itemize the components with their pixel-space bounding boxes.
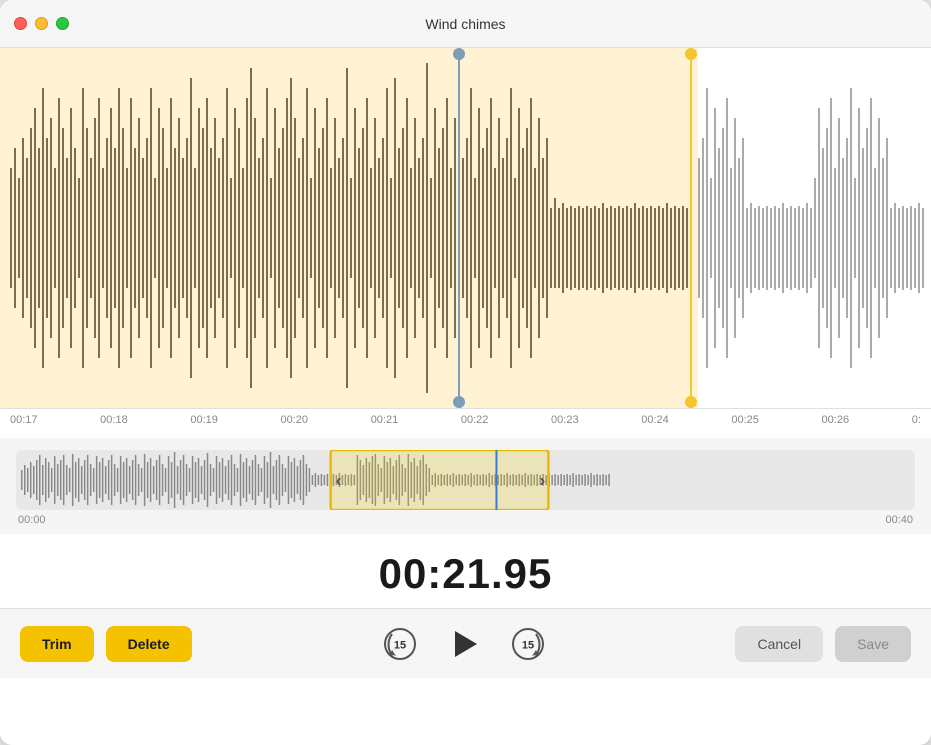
close-button[interactable] xyxy=(14,17,27,30)
ff-button[interactable]: 15 xyxy=(506,622,550,666)
controls-right: Cancel Save xyxy=(735,626,911,662)
svg-text:›: › xyxy=(539,470,545,490)
svg-text:15: 15 xyxy=(521,639,533,651)
overview-section: ‹ › 00:00 00:40 xyxy=(0,438,931,534)
play-button[interactable] xyxy=(442,622,486,666)
ruler-label-0: 00:17 xyxy=(10,414,38,426)
ruler-labels: 00:17 00:18 00:19 00:20 00:21 00:22 00:2… xyxy=(0,414,931,426)
overview-svg: ‹ › xyxy=(16,450,915,510)
ruler-label-5: 00:22 xyxy=(461,414,489,426)
titlebar: Wind chimes xyxy=(0,0,931,48)
trim-button[interactable]: Trim xyxy=(20,626,94,662)
minimize-button[interactable] xyxy=(35,17,48,30)
play-icon xyxy=(455,631,477,657)
overview-start-label: 00:00 xyxy=(18,514,46,526)
delete-button[interactable]: Delete xyxy=(106,626,192,662)
maximize-button[interactable] xyxy=(56,17,69,30)
save-button[interactable]: Save xyxy=(835,626,911,662)
main-waveform-area[interactable]: 00:17 00:18 00:19 00:20 00:21 00:22 00:2… xyxy=(0,48,931,438)
controls-left: Trim Delete xyxy=(20,626,192,662)
ruler-label-3: 00:20 xyxy=(281,414,309,426)
overview-time-labels: 00:00 00:40 xyxy=(16,510,915,526)
traffic-lights xyxy=(14,17,69,30)
rewind-icon: 15 xyxy=(382,626,418,662)
ruler-label-8: 00:25 xyxy=(731,414,759,426)
waveform-canvas[interactable] xyxy=(0,48,931,408)
app-window: Wind chimes xyxy=(0,0,931,745)
controls-bar: Trim Delete 15 15 xyxy=(0,608,931,678)
overview-end-label: 00:40 xyxy=(885,514,913,526)
window-title: Wind chimes xyxy=(425,16,505,32)
rewind-button[interactable]: 15 xyxy=(378,622,422,666)
ruler-label-1: 00:18 xyxy=(100,414,128,426)
ruler-label-2: 00:19 xyxy=(190,414,218,426)
svg-text:15: 15 xyxy=(393,639,405,651)
ruler-label-10: 0: xyxy=(912,414,921,426)
ruler-label-4: 00:21 xyxy=(371,414,399,426)
ruler-label-9: 00:26 xyxy=(822,414,850,426)
overview-waveform[interactable]: ‹ › xyxy=(16,450,915,510)
time-display: 00:21.95 xyxy=(0,534,931,608)
ff-icon: 15 xyxy=(510,626,546,662)
ruler-label-6: 00:23 xyxy=(551,414,579,426)
ruler-label-7: 00:24 xyxy=(641,414,669,426)
selected-region-overlay xyxy=(0,48,698,408)
cancel-button[interactable]: Cancel xyxy=(735,626,823,662)
svg-text:‹: ‹ xyxy=(336,470,342,490)
timeline-ruler: 00:17 00:18 00:19 00:20 00:21 00:22 00:2… xyxy=(0,408,931,438)
controls-center: 15 15 xyxy=(378,622,550,666)
